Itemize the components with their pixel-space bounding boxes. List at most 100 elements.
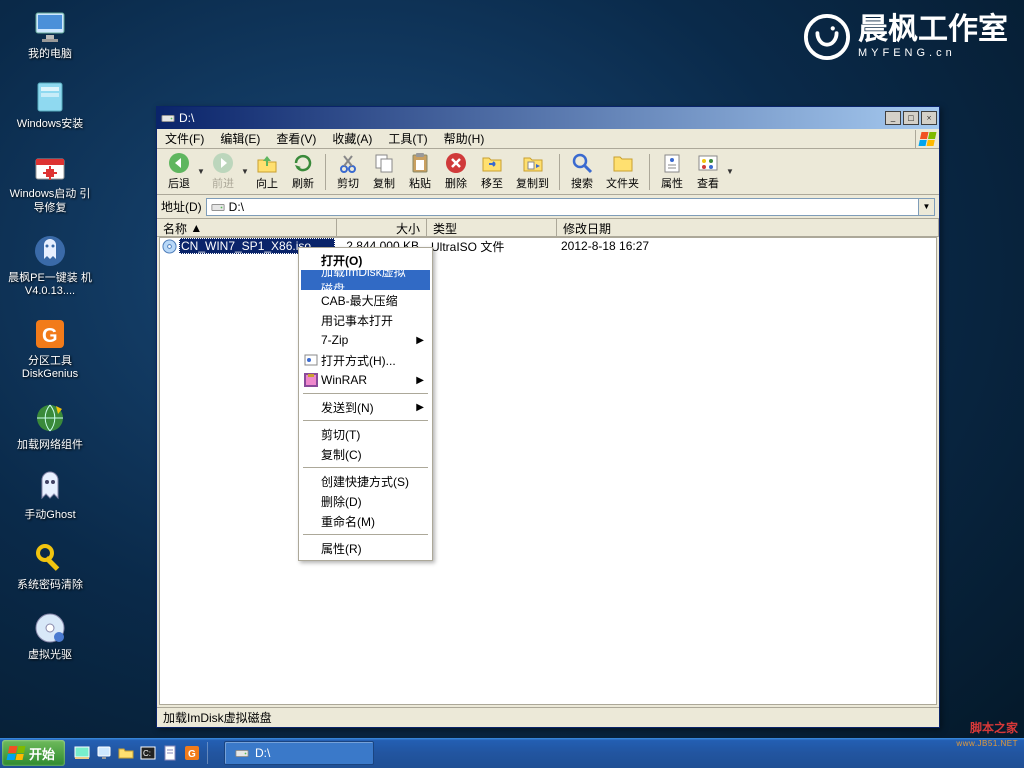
icon-label: 手动Ghost [24, 509, 75, 522]
quick-launch: C: G [71, 744, 203, 762]
drive-icon [235, 746, 249, 760]
ql-diskgenius-icon[interactable]: G [183, 744, 201, 762]
ql-explorer-icon[interactable] [117, 744, 135, 762]
copy-icon [373, 152, 395, 174]
toolbar: 后退▼前进▼向上刷新剪切复制粘贴删除移至复制到搜索文件夹属性查看▼ [157, 149, 939, 195]
ql-computer-icon[interactable] [95, 744, 113, 762]
ghost-icon [32, 470, 68, 506]
menu-e[interactable]: 编辑(E) [212, 128, 268, 149]
toolbar-copyto-button[interactable]: 复制到 [510, 150, 555, 193]
moveto-icon [481, 152, 503, 174]
ctx-item[interactable]: 重命名(M) [301, 511, 430, 531]
watermark-url: www.JB51.NET [956, 739, 1018, 748]
brand-subtitle: MYFENG.cn [858, 47, 1008, 59]
desktop-icon-diskgenius[interactable]: G分区工具 DiskGenius [5, 312, 95, 385]
ql-desktop-icon[interactable] [73, 744, 91, 762]
maximize-button[interactable]: □ [903, 111, 919, 125]
file-date: 2012-8-18 16:27 [555, 239, 649, 253]
toolbar-back-button[interactable]: 后退 [161, 150, 197, 193]
icon-label: Windows启动 引导修复 [7, 188, 93, 214]
menubar: 文件(F)编辑(E)查看(V)收藏(A)工具(T)帮助(H) [157, 129, 939, 149]
minimize-button[interactable]: _ [885, 111, 901, 125]
explorer-window: D:\ _ □ × 文件(F)编辑(E)查看(V)收藏(A)工具(T)帮助(H)… [156, 106, 940, 728]
start-button[interactable]: 开始 [2, 740, 65, 766]
views-icon [697, 152, 719, 174]
ql-notepad-icon[interactable] [161, 744, 179, 762]
menu-f[interactable]: 文件(F) [157, 128, 212, 149]
file-list[interactable]: CN_WIN7_SP1_X86.iso 2,844,000 KB UltraIS… [159, 237, 937, 705]
toolbar-delete-button[interactable]: 删除 [438, 150, 474, 193]
menu-a[interactable]: 收藏(A) [324, 128, 380, 149]
desktop-icon-ghost[interactable]: 手动Ghost [5, 466, 95, 526]
submenu-arrow-icon: ▶ [416, 402, 424, 413]
ctx-item[interactable]: 创建快捷方式(S) [301, 471, 430, 491]
statusbar: 加载ImDisk虚拟磁盘 [157, 707, 939, 727]
address-label: 地址(D) [161, 198, 202, 215]
ql-cmd-icon[interactable]: C: [139, 744, 157, 762]
titlebar[interactable]: D:\ _ □ × [157, 107, 939, 129]
col-size[interactable]: 大小 [337, 219, 427, 236]
ctx-item[interactable]: 属性(R) [301, 538, 430, 558]
windows-flag-icon [915, 130, 939, 148]
icon-label: 分区工具 DiskGenius [7, 355, 93, 381]
brand-title: 晨枫工作室 [858, 15, 1008, 45]
menu-v[interactable]: 查看(V) [268, 128, 324, 149]
desktop-icon-winsetup[interactable]: Windows安装 [5, 75, 95, 135]
desktop-icon-password[interactable]: 系统密码清除 [5, 536, 95, 596]
file-type: UltraISO 文件 [425, 238, 555, 255]
ctx-item[interactable]: 发送到(N)▶ [301, 397, 430, 417]
brand-logo: 晨枫工作室 MYFENG.cn [804, 14, 1008, 60]
desktop-icon-repair[interactable]: Windows启动 引导修复 [5, 145, 95, 218]
drive-icon [211, 200, 225, 214]
ctx-item[interactable]: 加载ImDisk虚拟磁盘 [301, 270, 430, 290]
toolbar-moveto-button[interactable]: 移至 [474, 150, 510, 193]
col-type[interactable]: 类型 [427, 219, 557, 236]
cut-icon [337, 152, 359, 174]
rar-icon [303, 372, 319, 388]
refresh-icon [292, 152, 314, 174]
back-icon [168, 152, 190, 174]
address-dropdown[interactable]: ▼ [919, 198, 935, 216]
computer-icon [32, 9, 68, 45]
ctx-item[interactable]: CAB-最大压缩 [301, 290, 430, 310]
desktop-icon-computer[interactable]: 我的电脑 [5, 5, 95, 65]
ctx-item[interactable]: 删除(D) [301, 491, 430, 511]
desktop-icon-vcd[interactable]: 虚拟光驱 [5, 606, 95, 666]
menu-h[interactable]: 帮助(H) [436, 128, 493, 149]
fwd-icon [212, 152, 234, 174]
col-name[interactable]: 名称 ▲ [157, 219, 337, 236]
ctx-item[interactable]: 打开方式(H)... [301, 350, 430, 370]
ctx-item[interactable]: 7-Zip▶ [301, 330, 430, 350]
toolbar-search-button[interactable]: 搜索 [564, 150, 600, 193]
dropdown-arrow[interactable]: ▼ [241, 167, 249, 176]
dropdown-arrow[interactable]: ▼ [197, 167, 205, 176]
icon-label: 系统密码清除 [17, 579, 83, 592]
dropdown-arrow[interactable]: ▼ [726, 167, 734, 176]
desktop-icon-network[interactable]: 加载网络组件 [5, 396, 95, 456]
submenu-arrow-icon: ▶ [416, 375, 424, 386]
vcd-icon [32, 610, 68, 646]
address-input[interactable]: D:\ [206, 198, 919, 216]
toolbar-paste-button[interactable]: 粘贴 [402, 150, 438, 193]
toolbar-cut-button[interactable]: 剪切 [330, 150, 366, 193]
toolbar-refresh-button[interactable]: 刷新 [285, 150, 321, 193]
close-button[interactable]: × [921, 111, 937, 125]
ctx-item[interactable]: WinRAR▶ [301, 370, 430, 390]
ctx-item[interactable]: 复制(C) [301, 444, 430, 464]
col-date[interactable]: 修改日期 [557, 219, 939, 236]
toolbar-prop-button[interactable]: 属性 [654, 150, 690, 193]
prop-icon [661, 152, 683, 174]
menu-t[interactable]: 工具(T) [380, 128, 435, 149]
desktop-icon-ghost-pe[interactable]: 晨枫PE一键装 机 V4.0.13.... [5, 229, 95, 302]
toolbar-views-button[interactable]: 查看 [690, 150, 726, 193]
icon-label: 我的电脑 [28, 48, 72, 61]
ctx-item[interactable]: 剪切(T) [301, 424, 430, 444]
toolbar-copy-button[interactable]: 复制 [366, 150, 402, 193]
submenu-arrow-icon: ▶ [416, 335, 424, 346]
toolbar-up-button[interactable]: 向上 [249, 150, 285, 193]
file-row[interactable]: CN_WIN7_SP1_X86.iso 2,844,000 KB UltraIS… [160, 238, 936, 254]
toolbar-folders-button[interactable]: 文件夹 [600, 150, 645, 193]
taskbar-item[interactable]: D:\ [224, 741, 374, 765]
search-icon [571, 152, 593, 174]
ctx-item[interactable]: 用记事本打开 [301, 310, 430, 330]
